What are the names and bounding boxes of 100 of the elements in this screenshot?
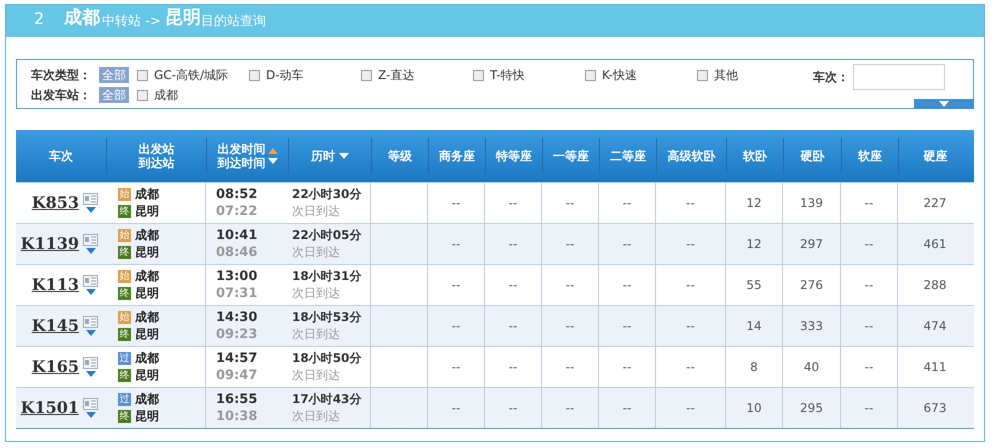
origin-label: 中转站 -> xyxy=(102,12,161,30)
checkbox[interactable] xyxy=(361,70,372,80)
table-cell-text: 474 xyxy=(924,318,946,335)
checkbox[interactable] xyxy=(137,70,148,80)
table-cell-text: -- xyxy=(864,318,874,335)
station-badge: 终 xyxy=(118,287,131,300)
arrival-station: 昆明 xyxy=(135,203,159,220)
destination-city: 昆明 xyxy=(164,6,201,30)
table-cell-text: -- xyxy=(508,400,518,417)
checkbox[interactable] xyxy=(137,90,148,100)
departure-time: 08:52 xyxy=(216,186,258,203)
table-cell-text: -- xyxy=(508,195,518,212)
arrival-note: 次日到达 xyxy=(292,203,341,220)
info-card-icon[interactable] xyxy=(83,193,98,205)
column-header: 历时 xyxy=(311,149,335,163)
train-number-link[interactable]: K113 xyxy=(32,273,79,297)
departure-time: 14:57 xyxy=(216,350,258,367)
train-number-field[interactable] xyxy=(853,64,945,90)
arrival-station: 昆明 xyxy=(135,285,159,302)
expand-button[interactable] xyxy=(914,99,974,109)
table-cell-text: -- xyxy=(508,277,518,294)
column-header: 硬卧 xyxy=(800,149,824,163)
caret-icon xyxy=(86,207,96,213)
table-cell-text: -- xyxy=(452,236,460,253)
table-cell-text: -- xyxy=(566,236,574,253)
caret-icon xyxy=(86,248,96,254)
table-cell-text: -- xyxy=(864,359,874,376)
filter-label: 出发车站： xyxy=(31,87,92,104)
checkbox[interactable] xyxy=(585,70,596,80)
info-card-icon[interactable] xyxy=(83,398,98,410)
train-number-label: 车次： xyxy=(813,69,849,86)
table-cell-text: -- xyxy=(622,195,632,212)
column-header: 硬座 xyxy=(924,149,948,163)
column-header: 二等座 xyxy=(610,149,646,163)
info-card-icon[interactable] xyxy=(83,316,98,328)
duration: 17小时43分 xyxy=(292,391,362,408)
checkbox[interactable] xyxy=(249,70,260,80)
checkbox[interactable] xyxy=(473,70,484,80)
train-number-link[interactable]: K145 xyxy=(32,314,79,338)
arrival-note: 次日到达 xyxy=(292,326,341,343)
table-cell-text: -- xyxy=(622,277,632,294)
table-cell-text: 40 xyxy=(804,359,820,376)
origin-city: 成都 xyxy=(64,6,100,30)
info-card-icon[interactable] xyxy=(83,357,98,369)
column-header: 车次 xyxy=(49,149,73,163)
train-number-link[interactable]: K853 xyxy=(32,191,79,215)
arrival-note: 次日到达 xyxy=(292,244,341,261)
option-label: T-特快 xyxy=(490,67,525,84)
table-cell-text: 12 xyxy=(746,195,762,212)
station-badge: 终 xyxy=(118,328,131,341)
caret-icon xyxy=(86,330,96,336)
checkbox[interactable] xyxy=(697,70,708,80)
info-card-icon[interactable] xyxy=(83,234,98,246)
station-badge: 始 xyxy=(118,229,131,242)
train-number-link[interactable]: K1139 xyxy=(20,232,79,256)
departure-station: 成都 xyxy=(135,350,159,367)
station-badge: 始 xyxy=(118,311,131,324)
table-cell-text: -- xyxy=(508,359,518,376)
column-header: 等级 xyxy=(388,149,412,163)
departure-time: 13:00 xyxy=(216,268,258,285)
column-header: 特等座 xyxy=(496,149,532,163)
arrival-station: 昆明 xyxy=(135,326,159,343)
table-cell-text: 10 xyxy=(746,400,762,417)
duration: 18小时50分 xyxy=(292,350,362,367)
table-cell-text: 411 xyxy=(924,359,946,376)
table-cell-text: 55 xyxy=(746,277,762,294)
duration: 18小时31分 xyxy=(292,268,362,285)
table-cell-text: -- xyxy=(622,400,632,417)
table-cell-text: 8 xyxy=(750,359,758,376)
table-cell-text: -- xyxy=(452,400,460,417)
departure-time: 16:55 xyxy=(216,391,258,408)
option-label: D-动车 xyxy=(266,67,304,84)
station-badge: 始 xyxy=(118,188,131,201)
option-label: Z-直达 xyxy=(378,67,414,84)
arrival-station: 昆明 xyxy=(135,244,159,261)
caret-icon xyxy=(86,289,96,295)
table-cell-text: -- xyxy=(452,277,460,294)
table-cell-text: -- xyxy=(864,236,874,253)
table-cell-text: -- xyxy=(686,318,695,335)
table-cell-text: -- xyxy=(508,236,518,253)
station-badge: 终 xyxy=(118,369,131,382)
arrival-note: 次日到达 xyxy=(292,367,341,384)
table-cell-text: -- xyxy=(686,236,695,253)
departure-station: 成都 xyxy=(135,186,159,203)
table-cell-text: 227 xyxy=(924,195,946,212)
table-cell-text: -- xyxy=(864,400,874,417)
train-number-link[interactable]: K165 xyxy=(32,355,79,379)
table-cell-text: 297 xyxy=(800,236,823,253)
caret-icon xyxy=(939,101,949,107)
column-header: 商务座 xyxy=(439,149,475,163)
column-header: 到达站 xyxy=(138,156,174,170)
column-header: 软卧 xyxy=(743,149,767,163)
arrival-time: 09:47 xyxy=(216,367,258,384)
info-card-icon[interactable] xyxy=(83,275,98,287)
option-label: GC-高铁/城际 xyxy=(154,67,228,84)
table-cell-text: -- xyxy=(864,277,874,294)
table-cell-text: 461 xyxy=(924,236,946,253)
station-badge: 终 xyxy=(118,410,131,423)
train-number-link[interactable]: K1501 xyxy=(20,396,79,420)
table-cell-text: 14 xyxy=(746,318,762,335)
